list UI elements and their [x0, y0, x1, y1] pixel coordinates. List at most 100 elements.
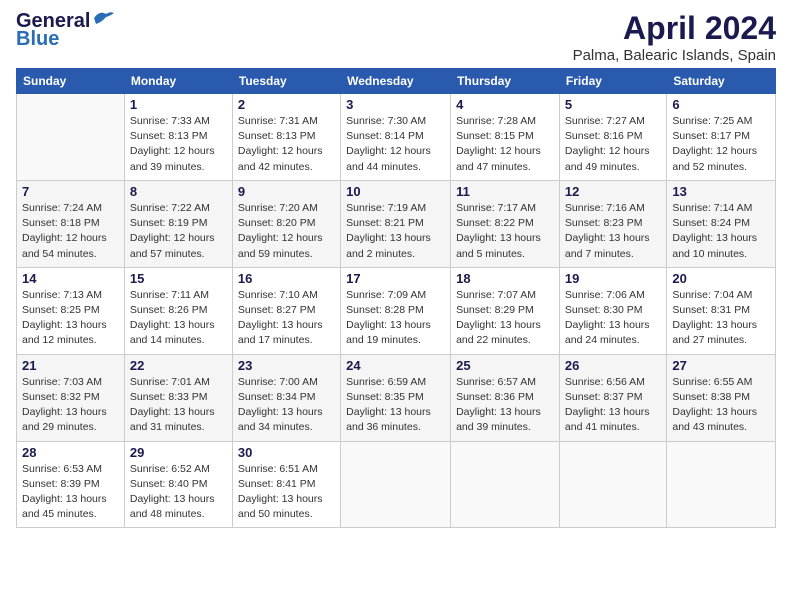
calendar-day-cell: 14Sunrise: 7:13 AMSunset: 8:25 PMDayligh… [17, 267, 125, 354]
day-number: 10 [346, 184, 445, 199]
day-number: 4 [456, 97, 554, 112]
calendar-day-cell: 15 Sunrise: 7:11 AMSunset: 8:26 PMDayligh… [124, 267, 232, 354]
day-number: 16 [238, 271, 335, 286]
calendar-day-cell: 2 Sunrise: 7:31 AMSunset: 8:13 PMDaylight… [232, 94, 340, 181]
calendar-day-cell: 16 Sunrise: 7:10 AMSunset: 8:27 PMDayligh… [232, 267, 340, 354]
calendar-day-cell: 18 Sunrise: 7:07 AMSunset: 8:29 PMDayligh… [451, 267, 560, 354]
calendar-day-cell: 28 Sunrise: 6:53 AMSunset: 8:39 PMDayligh… [17, 441, 125, 528]
calendar-day-cell: 17 Sunrise: 7:09 AMSunset: 8:28 PMDayligh… [341, 267, 451, 354]
day-info: Sunrise: 7:19 AMSunset: 8:21 PMDaylight:… [346, 201, 445, 262]
calendar-day-cell [17, 94, 125, 181]
day-number: 26 [565, 358, 661, 373]
day-number: 5 [565, 97, 661, 112]
calendar-day-cell [341, 441, 451, 528]
day-number: 21 [22, 358, 119, 373]
day-info: Sunrise: 7:33 AMSunset: 8:13 PMDaylight:… [130, 114, 227, 175]
calendar-header-row: Sunday Monday Tuesday Wednesday Thursday… [17, 69, 776, 94]
day-number: 12 [565, 184, 661, 199]
day-info: Sunrise: 7:14 AMSunset: 8:24 PMDaylight:… [672, 201, 770, 262]
calendar-day-cell [667, 441, 776, 528]
calendar-week-row: 21 Sunrise: 7:03 AMSunset: 8:32 PMDayligh… [17, 354, 776, 441]
day-info: Sunrise: 7:10 AMSunset: 8:27 PMDaylight:… [238, 288, 335, 349]
day-number: 28 [22, 445, 119, 460]
calendar-day-cell: 8 Sunrise: 7:22 AMSunset: 8:19 PMDaylight… [124, 180, 232, 267]
logo-bird-icon [92, 10, 114, 26]
day-info: Sunrise: 7:07 AMSunset: 8:29 PMDaylight:… [456, 288, 554, 349]
logo-blue: Blue [16, 28, 59, 51]
day-info: Sunrise: 7:22 AMSunset: 8:19 PMDaylight:… [130, 201, 227, 262]
day-info: Sunrise: 7:16 AMSunset: 8:23 PMDaylight:… [565, 201, 661, 262]
day-number: 6 [672, 97, 770, 112]
calendar-day-cell: 1Sunrise: 7:33 AMSunset: 8:13 PMDaylight… [124, 94, 232, 181]
col-monday: Monday [124, 69, 232, 94]
day-info: Sunrise: 6:53 AMSunset: 8:39 PMDaylight:… [22, 462, 119, 523]
day-number: 25 [456, 358, 554, 373]
day-info: Sunrise: 6:59 AMSunset: 8:35 PMDaylight:… [346, 375, 445, 436]
day-info: Sunrise: 7:03 AMSunset: 8:32 PMDaylight:… [22, 375, 119, 436]
calendar-table: Sunday Monday Tuesday Wednesday Thursday… [16, 68, 776, 528]
day-number: 24 [346, 358, 445, 373]
day-number: 27 [672, 358, 770, 373]
day-info: Sunrise: 7:31 AMSunset: 8:13 PMDaylight:… [238, 114, 335, 175]
day-info: Sunrise: 7:09 AMSunset: 8:28 PMDaylight:… [346, 288, 445, 349]
day-info: Sunrise: 6:51 AMSunset: 8:41 PMDaylight:… [238, 462, 335, 523]
day-info: Sunrise: 6:52 AMSunset: 8:40 PMDaylight:… [130, 462, 227, 523]
col-saturday: Saturday [667, 69, 776, 94]
calendar-day-cell: 26 Sunrise: 6:56 AMSunset: 8:37 PMDayligh… [559, 354, 666, 441]
calendar-day-cell: 23 Sunrise: 7:00 AMSunset: 8:34 PMDayligh… [232, 354, 340, 441]
calendar-day-cell: 10 Sunrise: 7:19 AMSunset: 8:21 PMDayligh… [341, 180, 451, 267]
calendar-day-cell: 6 Sunrise: 7:25 AMSunset: 8:17 PMDaylight… [667, 94, 776, 181]
calendar-week-row: 7 Sunrise: 7:24 AMSunset: 8:18 PMDaylight… [17, 180, 776, 267]
calendar-day-cell [451, 441, 560, 528]
calendar-day-cell: 30Sunrise: 6:51 AMSunset: 8:41 PMDayligh… [232, 441, 340, 528]
day-info: Sunrise: 6:57 AMSunset: 8:36 PMDaylight:… [456, 375, 554, 436]
calendar-day-cell: 9 Sunrise: 7:20 AMSunset: 8:20 PMDaylight… [232, 180, 340, 267]
day-number: 3 [346, 97, 445, 112]
day-info: Sunrise: 7:11 AMSunset: 8:26 PMDaylight:… [130, 288, 227, 349]
calendar-day-cell [559, 441, 666, 528]
day-number: 23 [238, 358, 335, 373]
calendar-day-cell: 12 Sunrise: 7:16 AMSunset: 8:23 PMDayligh… [559, 180, 666, 267]
day-number: 9 [238, 184, 335, 199]
calendar-day-cell: 24 Sunrise: 6:59 AMSunset: 8:35 PMDayligh… [341, 354, 451, 441]
day-info: Sunrise: 7:04 AMSunset: 8:31 PMDaylight:… [672, 288, 770, 349]
subtitle: Palma, Balearic Islands, Spain [573, 47, 776, 64]
col-thursday: Thursday [451, 69, 560, 94]
calendar-day-cell: 29 Sunrise: 6:52 AMSunset: 8:40 PMDayligh… [124, 441, 232, 528]
calendar-day-cell: 27 Sunrise: 6:55 AMSunset: 8:38 PMDayligh… [667, 354, 776, 441]
day-info: Sunrise: 7:24 AMSunset: 8:18 PMDaylight:… [22, 201, 119, 262]
calendar-day-cell: 22Sunrise: 7:01 AMSunset: 8:33 PMDayligh… [124, 354, 232, 441]
day-number: 20 [672, 271, 770, 286]
calendar-day-cell: 13 Sunrise: 7:14 AMSunset: 8:24 PMDayligh… [667, 180, 776, 267]
day-number: 13 [672, 184, 770, 199]
day-number: 7 [22, 184, 119, 199]
day-info: Sunrise: 7:30 AMSunset: 8:14 PMDaylight:… [346, 114, 445, 175]
day-number: 19 [565, 271, 661, 286]
day-number: 18 [456, 271, 554, 286]
day-info: Sunrise: 7:25 AMSunset: 8:17 PMDaylight:… [672, 114, 770, 175]
day-info: Sunrise: 7:20 AMSunset: 8:20 PMDaylight:… [238, 201, 335, 262]
day-info: Sunrise: 6:56 AMSunset: 8:37 PMDaylight:… [565, 375, 661, 436]
day-number: 2 [238, 97, 335, 112]
day-number: 29 [130, 445, 227, 460]
day-number: 22 [130, 358, 227, 373]
day-number: 17 [346, 271, 445, 286]
col-friday: Friday [559, 69, 666, 94]
day-number: 11 [456, 184, 554, 199]
day-info: Sunrise: 7:28 AMSunset: 8:15 PMDaylight:… [456, 114, 554, 175]
header: General Blue April 2024 Palma, Balearic … [16, 10, 776, 64]
day-info: Sunrise: 7:13 AMSunset: 8:25 PMDaylight:… [22, 288, 119, 349]
day-info: Sunrise: 6:55 AMSunset: 8:38 PMDaylight:… [672, 375, 770, 436]
logo: General Blue [16, 10, 114, 51]
day-number: 8 [130, 184, 227, 199]
calendar-day-cell: 11Sunrise: 7:17 AMSunset: 8:22 PMDayligh… [451, 180, 560, 267]
calendar-day-cell: 25 Sunrise: 6:57 AMSunset: 8:36 PMDayligh… [451, 354, 560, 441]
day-info: Sunrise: 7:00 AMSunset: 8:34 PMDaylight:… [238, 375, 335, 436]
calendar-day-cell: 5Sunrise: 7:27 AMSunset: 8:16 PMDaylight… [559, 94, 666, 181]
calendar-week-row: 14Sunrise: 7:13 AMSunset: 8:25 PMDayligh… [17, 267, 776, 354]
day-number: 15 [130, 271, 227, 286]
col-wednesday: Wednesday [341, 69, 451, 94]
calendar-week-row: 1Sunrise: 7:33 AMSunset: 8:13 PMDaylight… [17, 94, 776, 181]
calendar-day-cell: 21 Sunrise: 7:03 AMSunset: 8:32 PMDayligh… [17, 354, 125, 441]
calendar-day-cell: 3 Sunrise: 7:30 AMSunset: 8:14 PMDaylight… [341, 94, 451, 181]
